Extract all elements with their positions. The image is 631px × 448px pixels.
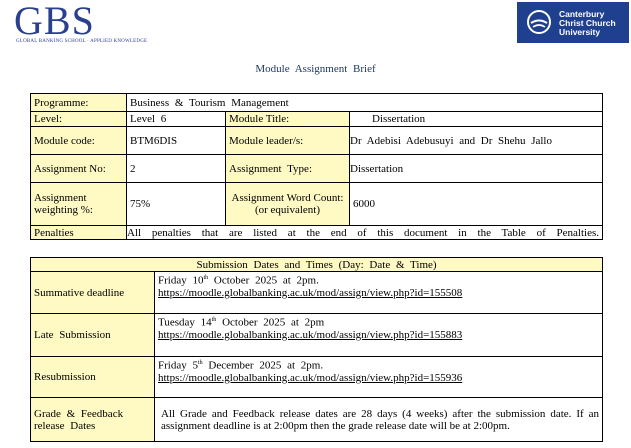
table-row: Resubmission Friday 5th December 2025 at… — [30, 356, 603, 398]
penalties-value: All penalties that are listed at the end… — [126, 225, 603, 240]
submission-dates-table: Submission Dates and Times (Day: Date & … — [30, 257, 603, 442]
resubmission-link[interactable]: https://moodle.globalbanking.ac.uk/mod/a… — [158, 372, 599, 384]
gbs-logo-letters: GBS — [14, 0, 95, 43]
feedback-release-text: All Grade and Feedback release dates are… — [154, 397, 603, 442]
word-count-value: 6000 — [349, 182, 603, 226]
assignment-no-label: Assignment No: — [30, 154, 127, 183]
programme-label: Programme: — [30, 93, 127, 112]
summative-deadline-label: Summative deadline — [30, 271, 155, 314]
table-row: Late Submission Tuesday 14th October 202… — [30, 313, 603, 357]
resubmission-label: Resubmission — [30, 356, 155, 398]
module-code-label: Module code: — [30, 126, 127, 155]
table-row: Summative deadline Friday 10th October 2… — [30, 271, 603, 314]
submission-table-header: Submission Dates and Times (Day: Date & … — [30, 257, 603, 272]
summative-deadline-cell: Friday 10th October 2025 at 2pm. https:/… — [154, 271, 603, 314]
canterbury-logo-text: Canterbury Christ Church University — [559, 10, 616, 37]
feedback-release-label: Grade & Feedback release Dates — [30, 397, 155, 442]
late-submission-cell: Tuesday 14th October 2025 at 2pm https:/… — [154, 313, 603, 357]
resubmission-date: Friday 5th December 2025 at 2pm. — [158, 359, 324, 372]
level-label: Level: — [30, 111, 127, 127]
module-leader-label: Module leader/s: — [225, 126, 350, 155]
word-count-label: Assignment Word Count: (or equivalent) — [225, 182, 350, 226]
gbs-logo-tagline: GLOBAL BANKING SCHOOL · APPLIED KNOWLEDG… — [16, 39, 148, 44]
summative-deadline-link[interactable]: https://moodle.globalbanking.ac.uk/mod/a… — [158, 287, 599, 299]
assignment-no-value: 2 — [126, 154, 226, 183]
programme-value: Business & Tourism Management — [126, 93, 603, 112]
module-leader-value: Dr Adebisi Adebusuyi and Dr Shehu Jallo — [349, 126, 603, 155]
assignment-type-value: Dissertation — [349, 154, 603, 183]
late-submission-label: Late Submission — [30, 313, 155, 357]
canterbury-line3: University — [559, 27, 601, 37]
document-title: Module Assignment Brief — [255, 63, 376, 75]
canterbury-logo: Canterbury Christ Church University — [517, 2, 629, 43]
penalties-label: Penalties — [30, 225, 127, 240]
module-info-table: Programme: Business & Tourism Management… — [30, 93, 603, 240]
level-value: Level 6 — [126, 111, 226, 127]
summative-deadline-date: Friday 10th October 2025 at 2pm. — [158, 274, 319, 287]
module-title-label: Module Title: — [225, 111, 350, 127]
module-title-value: Dissertation — [349, 111, 603, 127]
late-submission-date: Tuesday 14th October 2025 at 2pm — [158, 316, 325, 329]
resubmission-cell: Friday 5th December 2025 at 2pm. https:/… — [154, 356, 603, 398]
module-code-value: BTM6DIS — [126, 126, 226, 155]
canterbury-cross-circle-icon — [527, 10, 551, 34]
weighting-value: 75% — [126, 182, 226, 226]
gbs-logo: GBS GLOBAL BANKING SCHOOL · APPLIED KNOW… — [14, 0, 147, 46]
late-submission-link[interactable]: https://moodle.globalbanking.ac.uk/mod/a… — [158, 329, 599, 341]
weighting-label: Assignment weighting %: — [30, 182, 127, 226]
table-row: Grade & Feedback release Dates All Grade… — [30, 397, 603, 442]
assignment-type-label: Assignment Type: — [225, 154, 350, 183]
